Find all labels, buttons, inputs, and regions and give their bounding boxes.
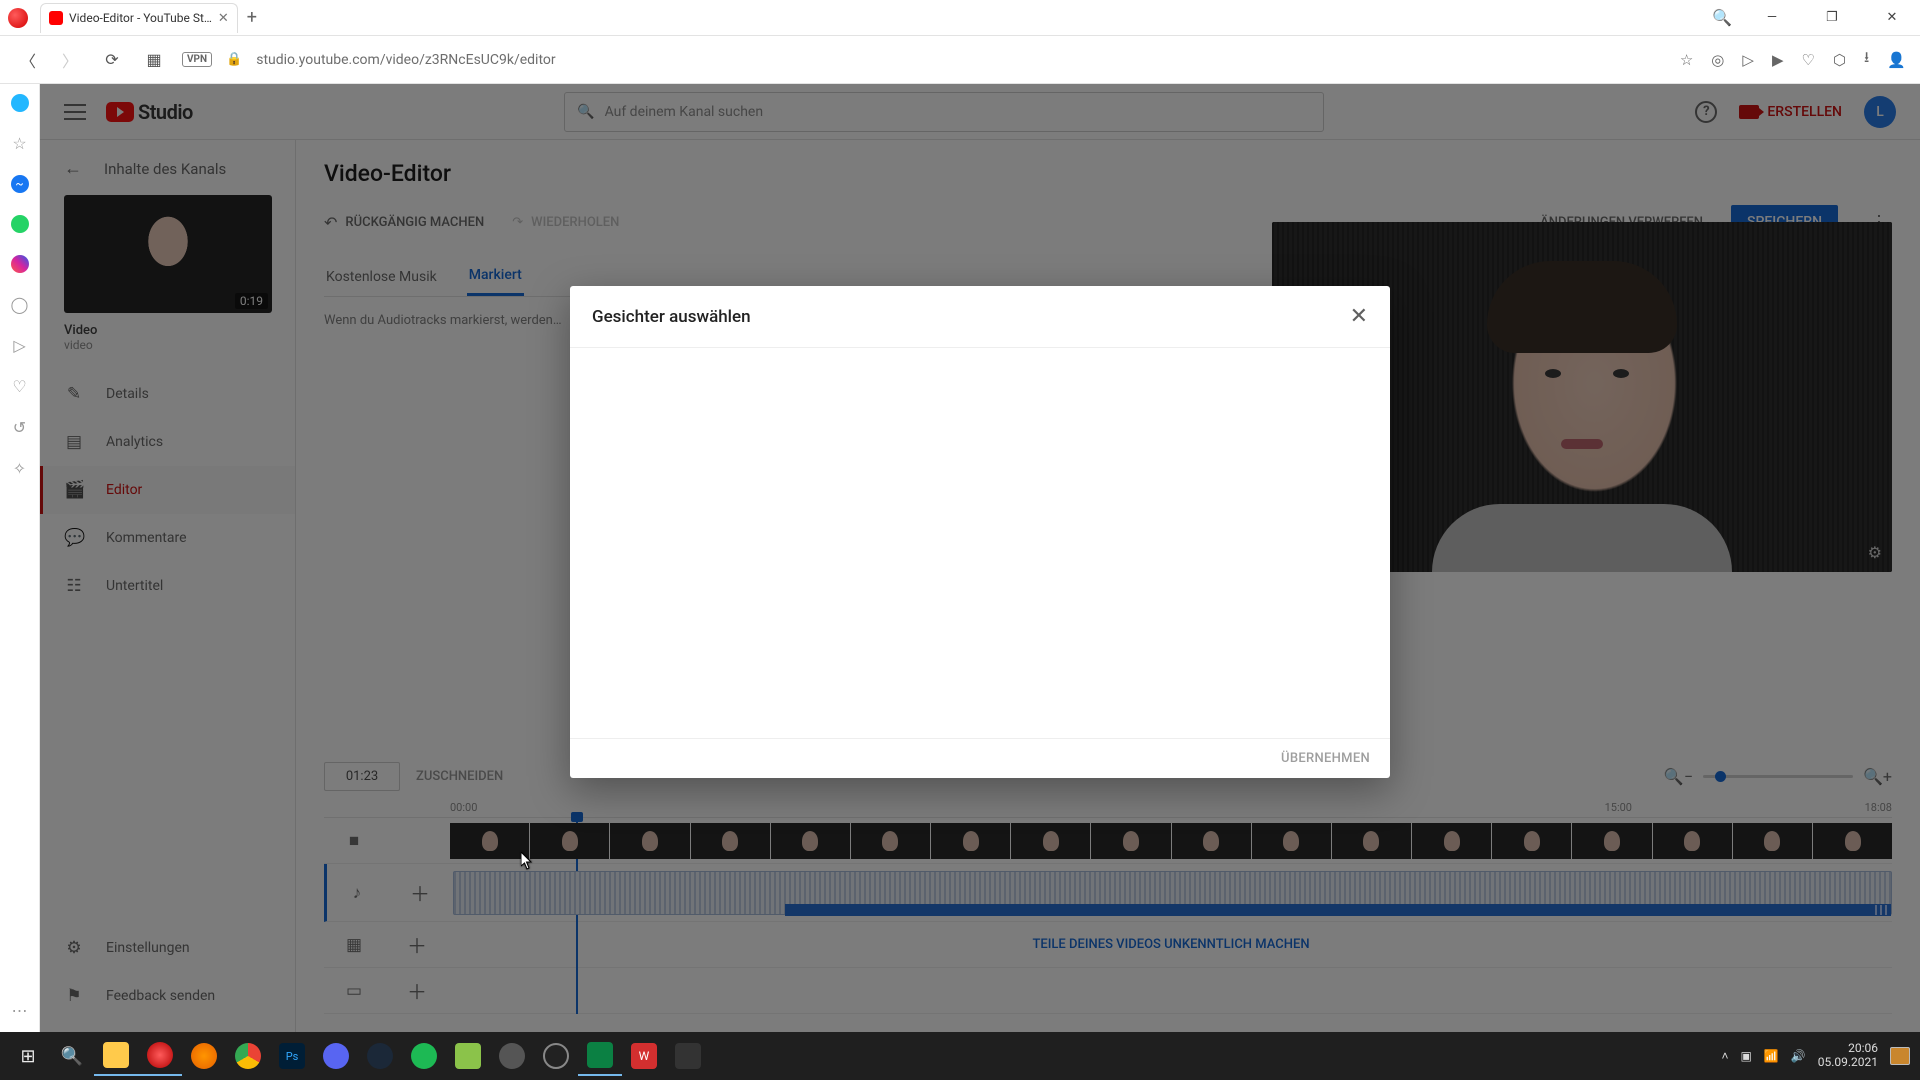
camera-icon[interactable]: ◎ [1711, 51, 1724, 69]
window-close-button[interactable]: ✕ [1872, 10, 1912, 25]
new-tab-button[interactable]: + [238, 7, 266, 28]
browser-titlebar: Video-Editor - YouTube St… ✕ + 🔍 — ❐ ✕ [0, 0, 1920, 36]
window-minimize-button[interactable]: — [1752, 10, 1792, 25]
discord-icon[interactable] [314, 1036, 358, 1076]
play-icon[interactable]: ▶ [1772, 51, 1784, 69]
tray-chevron-icon[interactable]: ˄ [1721, 1049, 1728, 1063]
tray-gpu-icon[interactable]: ▣ [1740, 1049, 1751, 1063]
app-icon-5[interactable] [666, 1036, 710, 1076]
browser-tab[interactable]: Video-Editor - YouTube St… ✕ [40, 3, 238, 33]
bookmark-icon[interactable]: ☆ [1680, 51, 1693, 69]
windows-taskbar: ⊞ 🔍 Ps W ˄ ▣ 📶 🔊 20:06 05.09.2021 [0, 1032, 1920, 1080]
explorer-icon[interactable] [94, 1036, 138, 1076]
steam-icon[interactable] [358, 1036, 402, 1076]
address-bar[interactable]: studio.youtube.com/video/z3RNcEsUC9k/edi… [256, 52, 555, 68]
app-icon-2[interactable] [446, 1036, 490, 1076]
chrome-icon[interactable] [226, 1036, 270, 1076]
instagram-icon[interactable] [11, 255, 29, 273]
app-icon-1[interactable] [402, 1036, 446, 1076]
start-button[interactable]: ⊞ [6, 1036, 50, 1076]
notification-center-icon[interactable] [1890, 1047, 1910, 1065]
heart-icon[interactable]: ♡ [1801, 51, 1814, 69]
vpn-badge[interactable]: VPN [182, 52, 212, 67]
opera-icon [8, 8, 28, 28]
browser-search-icon[interactable]: 🔍 [1712, 8, 1732, 27]
more-icon[interactable]: ⋯ [12, 1001, 28, 1020]
opera-taskbar-icon[interactable] [138, 1036, 182, 1076]
taskbar-clock[interactable]: 20:06 05.09.2021 [1818, 1042, 1878, 1070]
speed-dial-icon[interactable]: ▦ [140, 46, 168, 74]
star-outline-icon[interactable]: ☆ [12, 134, 26, 153]
nav-back-button[interactable]: 〈 [14, 46, 42, 74]
page-content: Studio 🔍 Auf deinem Kanal suchen ? ERSTE… [40, 84, 1920, 1032]
messenger-icon[interactable]: ~ [11, 175, 29, 193]
whatsapp-icon[interactable] [11, 215, 29, 233]
profile-icon[interactable]: 👤 [1887, 51, 1906, 69]
history-icon[interactable]: ↺ [13, 418, 26, 437]
cube-icon[interactable]: ⬡ [1833, 51, 1846, 69]
tab-title: Video-Editor - YouTube St… [69, 11, 212, 25]
modal-close-button[interactable]: ✕ [1350, 304, 1368, 329]
face-select-dialog: Gesichter auswählen ✕ ÜBERNEHMEN [570, 286, 1390, 778]
download-icon[interactable]: ⭳ [1864, 47, 1869, 72]
browser-toolbar: 〈 〉 ⟳ ▦ VPN 🔒 studio.youtube.com/video/z… [0, 36, 1920, 84]
apply-button[interactable]: ÜBERNEHMEN [1281, 751, 1370, 766]
modal-backdrop[interactable]: Gesichter auswählen ✕ ÜBERNEHMEN [40, 84, 1920, 1032]
heart-sidebar-icon[interactable]: ♡ [12, 377, 26, 396]
app-icon-3[interactable] [490, 1036, 534, 1076]
app-icon-4[interactable] [578, 1036, 622, 1076]
youtube-favicon [49, 11, 63, 25]
tab-close-icon[interactable]: ✕ [218, 11, 229, 26]
workspace-icon[interactable] [11, 94, 29, 112]
taskbar-search-icon[interactable]: 🔍 [50, 1036, 94, 1076]
obs-icon[interactable] [534, 1036, 578, 1076]
triangle-icon[interactable]: ▷ [13, 336, 25, 355]
nav-forward-button[interactable]: 〉 [56, 46, 84, 74]
firefox-icon[interactable] [182, 1036, 226, 1076]
tray-network-icon[interactable]: 📶 [1764, 1049, 1779, 1063]
modal-title: Gesichter auswählen [592, 307, 751, 327]
opera-sidebar: ☆ ~ ◯ ▷ ♡ ↺ ✧ ⋯ [0, 84, 40, 1032]
photoshop-icon[interactable]: Ps [270, 1036, 314, 1076]
lock-icon: 🔒 [226, 52, 242, 67]
modal-body [570, 348, 1390, 738]
pin-icon[interactable]: ✧ [13, 459, 26, 478]
send-icon[interactable]: ▷ [1742, 51, 1754, 69]
wps-icon[interactable]: W [622, 1036, 666, 1076]
reload-button[interactable]: ⟳ [98, 46, 126, 74]
circle-icon[interactable]: ◯ [11, 295, 29, 314]
window-maximize-button[interactable]: ❐ [1812, 10, 1852, 25]
tray-volume-icon[interactable]: 🔊 [1791, 1049, 1806, 1063]
